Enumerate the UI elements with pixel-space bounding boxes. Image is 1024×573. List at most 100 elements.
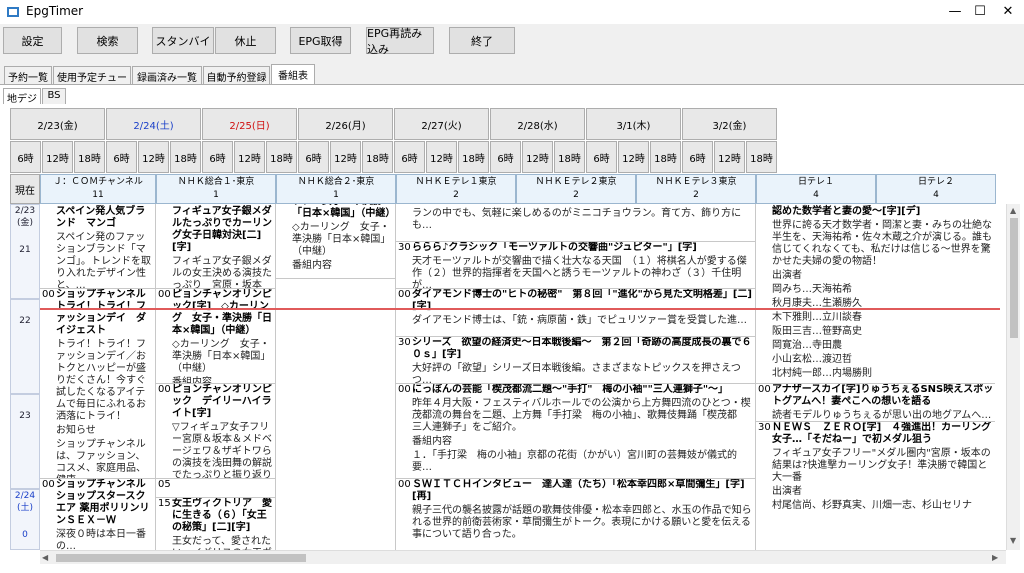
time-button[interactable]: 12時 <box>714 141 745 173</box>
service-header[interactable]: ＮＨＫ総合１･東京 1 <box>156 174 276 204</box>
date-button[interactable]: 2/23(金) <box>10 108 105 140</box>
vertical-scrollbar[interactable]: ▲ ▼ <box>1006 204 1020 550</box>
service-header[interactable]: 日テレ１ 4 <box>756 174 876 204</box>
program-cell[interactable]: 00 にっぽんの芸能「楔茂都流二題～"手打" 梅の小袖""三人連獅子"～」 昨年４月… <box>396 384 755 479</box>
tab-program-guide[interactable]: 番組表 <box>271 64 315 85</box>
program-description: 番組内容 <box>292 260 332 271</box>
tab-auto-reserve[interactable]: 自動予約登録 <box>203 66 270 84</box>
date-button[interactable]: 2/26(月) <box>298 108 393 140</box>
program-start-minute: 00 <box>398 204 411 206</box>
time-button[interactable]: 18時 <box>266 141 297 173</box>
tab-reserve-list[interactable]: 予約一覧 <box>4 66 52 84</box>
time-button[interactable]: 12時 <box>138 141 169 173</box>
epg-get-button[interactable]: EPG取得 <box>290 27 351 54</box>
time-button[interactable]: 6時 <box>298 141 329 173</box>
tab-terrestrial[interactable]: 地デジ <box>3 88 41 105</box>
tab-bs[interactable]: BS <box>42 88 66 104</box>
program-description: 小山玄松…渡辺哲 <box>772 354 852 365</box>
time-button[interactable]: 12時 <box>618 141 649 173</box>
program-cell[interactable]: 00 ピョンチャンオリンピック[字] ◇カーリング 女子・準決勝「日本×韓国」（中… <box>156 289 275 384</box>
date-button[interactable]: 3/1(木) <box>586 108 681 140</box>
scroll-down-icon[interactable]: ▼ <box>1010 536 1016 545</box>
horizontal-scroll-thumb[interactable] <box>56 554 306 562</box>
time-button[interactable]: 18時 <box>74 141 105 173</box>
service-header[interactable]: ＮＨＫＥテレ３東京 2 <box>636 174 756 204</box>
date-button[interactable]: 3/2(金) <box>682 108 777 140</box>
program-cell[interactable]: 05 <box>156 479 275 498</box>
date-button[interactable]: 2/25(日) <box>202 108 297 140</box>
time-button[interactable]: 12時 <box>330 141 361 173</box>
service-name: Ｊ：ＣＯＭチャンネル <box>53 177 143 187</box>
service-header[interactable]: 日テレ２ 4 <box>876 174 996 204</box>
toolbar: 設定 検索 スタンバイ 休止 EPG取得 EPG再読み込み 終了 <box>0 24 1024 62</box>
program-cell[interactable]: 00 ダイアモンド博士の"ヒトの秘密" 第８回「"進化"から見た文明格差」[二][… <box>396 289 755 337</box>
time-button[interactable]: 18時 <box>650 141 681 173</box>
close-button[interactable]: ✕ <box>985 0 1024 24</box>
time-button[interactable]: 12時 <box>426 141 457 173</box>
time-button[interactable]: 12時 <box>234 141 265 173</box>
time-button[interactable]: 12時 <box>42 141 73 173</box>
program-description: ◇カーリング 女子・準決勝「日本×韓国」（中継） <box>172 339 271 374</box>
program-cell[interactable]: 00 ショップチャンネル トライ！トライ！ファッションデイ ダイジェスト トライ！ト… <box>40 289 155 479</box>
program-start-minute: 30 <box>758 422 771 433</box>
time-button[interactable]: 12時 <box>522 141 553 173</box>
time-button[interactable]: 6時 <box>394 141 425 173</box>
program-cell[interactable]: 30 ららら♪クラシック「モーツァルトの交響曲"ジュピター"」[字] 天才モーツァル… <box>396 241 755 289</box>
program-title: 30 ららら♪クラシック「モーツァルトの交響曲"ジュピター"」[字] <box>396 242 755 254</box>
scroll-left-icon[interactable]: ◀ <box>42 553 48 562</box>
time-button[interactable]: 6時 <box>202 141 233 173</box>
time-button[interactable]: 6時 <box>10 141 41 173</box>
epg-reload-button[interactable]: EPG再読み込み <box>366 27 434 56</box>
date-button[interactable]: 2/24(土) <box>106 108 201 140</box>
scroll-up-icon[interactable]: ▲ <box>1010 206 1016 215</box>
program-cell[interactable]: 00趣味の園芸「手のひらサイズ かわいく飾るコチョウラン」[字] ランの中でも、気… <box>396 204 755 242</box>
time-button[interactable]: 18時 <box>362 141 393 173</box>
vertical-scroll-thumb[interactable] <box>1010 218 1018 338</box>
program-cell[interactable]: ピョンチャンオリンピック 女子・準決勝「日本×韓国」（中継） ◇カーリング 女子・… <box>276 204 395 279</box>
service-name: 日テレ２ <box>917 177 954 187</box>
program-cell[interactable]: 00 ショップチャンネル ショップスタースクエア 薬用ポリリンリンＳＥＸ－Ｗ 深夜０… <box>40 479 155 550</box>
time-button[interactable]: 6時 <box>106 141 137 173</box>
service-header[interactable]: ＮＨＫ総合２･東京 1 <box>276 174 396 204</box>
time-row-hour: 23 <box>19 411 31 421</box>
program-cell[interactable]: 00 ピョンチャンオリンピック デイリーハイライト[字] ▽フィギュア女子フリー宮原… <box>156 384 275 479</box>
program-start-minute: 00 <box>398 479 411 490</box>
tab-tuner-plan[interactable]: 使用予定チューナー <box>53 66 131 99</box>
service-header[interactable]: ＮＨＫＥテレ２東京 2 <box>516 174 636 204</box>
date-button[interactable]: 2/28(水) <box>490 108 585 140</box>
service-header[interactable]: Ｊ：ＣＯＭチャンネル 11 <box>40 174 156 204</box>
program-cell[interactable]: ショップチャンネル スペイン発人気ブランド マンゴスペイン発のファッションブラン… <box>40 204 155 289</box>
tab-recorded-list[interactable]: 録画済み一覧 <box>132 66 202 84</box>
time-button[interactable]: 6時 <box>682 141 713 173</box>
now-button[interactable]: 現在 <box>10 174 40 204</box>
settings-button[interactable]: 設定 <box>3 27 62 54</box>
time-button[interactable]: 18時 <box>458 141 489 173</box>
time-row-dow: (金) <box>16 218 34 228</box>
horizontal-scrollbar[interactable]: ◀ ▶ <box>40 550 1006 564</box>
time-button[interactable]: 18時 <box>746 141 777 173</box>
service-name: ＮＨＫＥテレ２東京 <box>535 177 617 187</box>
hibernate-button[interactable]: 休止 <box>215 27 276 54</box>
program-column: 00趣味の園芸「手のひらサイズ かわいく飾るコチョウラン」[字]ランの中でも、気… <box>396 204 756 550</box>
time-button[interactable]: 18時 <box>554 141 585 173</box>
program-cell[interactable]: 00ニュースウオッチ９▽フィギュア女子銀メダルたっぷりでカーリング女子日韓対決[… <box>156 204 275 289</box>
date-button[interactable]: 2/27(火) <box>394 108 489 140</box>
service-name: ＮＨＫＥテレ３東京 <box>655 177 737 187</box>
program-cell[interactable]: 30 シリーズ 欲望の経済史～日本戦後編～ 第２回「奇跡の高度成長の裏で６０ｓ」[… <box>396 336 755 384</box>
program-cell[interactable]: 15 女王ヴィクトリア 愛に生きる（６）「女王の秘策」[二][字] 王女だって、愛さ… <box>156 498 275 550</box>
exit-button[interactable]: 終了 <box>449 27 515 54</box>
service-header[interactable]: ＮＨＫＥテレ１東京 2 <box>396 174 516 204</box>
program-title-text: ＮＥＷＳ ＺＥＲＯ[字] ４強進出！カーリング女子…「そだねー」で初メダル狙う <box>772 422 992 445</box>
program-cell[interactable]: 00 アナザースカイ[字]りゅうちぇるSNS映えスポットグアムへ！妻ぺこへの想いを… <box>756 384 995 422</box>
time-button[interactable]: 18時 <box>170 141 201 173</box>
program-cell[interactable]: 30 ＮＥＷＳ ＺＥＲＯ[字] ４強進出！カーリング女子…「そだねー」で初メダル狙… <box>756 422 995 550</box>
program-cell[interactable]: 00 ＳＷＩＴＣＨインタビュー 達人達（たち）「松本幸四郎×草間彌生」[字][再]… <box>396 479 755 550</box>
time-button[interactable]: 6時 <box>490 141 521 173</box>
scroll-right-icon[interactable]: ▶ <box>992 553 998 562</box>
program-title-text: ＳＷＩＴＣＨインタビュー 達人達（たち）「松本幸四郎×草間彌生」[字][再] <box>412 479 745 502</box>
app-icon <box>7 7 19 17</box>
standby-button[interactable]: スタンバイ <box>152 27 214 54</box>
search-button[interactable]: 検索 <box>77 27 138 54</box>
time-button[interactable]: 6時 <box>586 141 617 173</box>
program-cell[interactable]: 00金曜ロードＳＨＯＷ！天才を育てた女房～世界が認めた数学者と妻の愛～[字][デ… <box>756 204 995 384</box>
